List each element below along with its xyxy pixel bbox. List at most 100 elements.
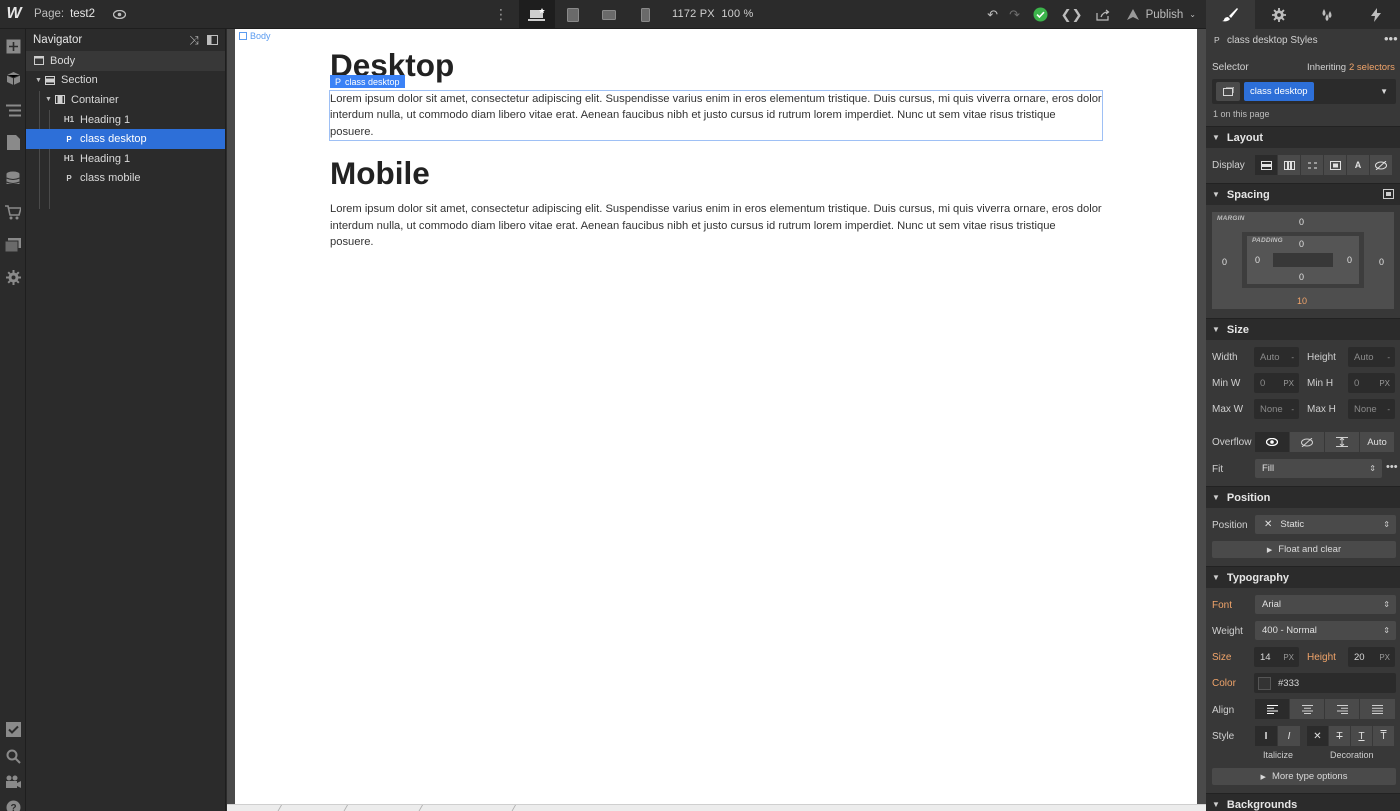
dock-panel-icon[interactable]: [205, 33, 219, 47]
position-select[interactable]: ✕ Static ⇕: [1255, 515, 1396, 534]
position-section-header[interactable]: ▼ Position: [1206, 486, 1400, 508]
padding-top-value[interactable]: 0: [1299, 239, 1304, 249]
mobile-portrait-breakpoint-icon[interactable]: [627, 0, 663, 29]
chevron-down-icon[interactable]: ▼: [1380, 87, 1388, 96]
navigator-icon[interactable]: [3, 100, 23, 120]
max-width-unit[interactable]: -: [1291, 405, 1294, 414]
tree-node-container[interactable]: ▼ Container: [26, 90, 225, 110]
min-width-input[interactable]: 0 PX: [1254, 373, 1299, 393]
tree-node-body[interactable]: Body: [26, 51, 225, 71]
width-unit[interactable]: -: [1291, 353, 1294, 362]
paragraph-class-desktop[interactable]: Lorem ipsum dolor sit amet, consectetur …: [329, 89, 1103, 142]
desktop-breakpoint-icon[interactable]: [519, 0, 555, 29]
layout-section-header[interactable]: ▼ Layout: [1206, 126, 1400, 148]
search-icon[interactable]: [3, 746, 23, 766]
pages-icon[interactable]: [3, 132, 23, 152]
height-unit[interactable]: -: [1387, 353, 1390, 362]
interactions-bolt-icon[interactable]: [1352, 0, 1400, 29]
style-brush-tab-icon[interactable]: [1206, 0, 1255, 29]
body-element-tag[interactable]: Body: [239, 31, 271, 41]
padding-bottom-value[interactable]: 0: [1299, 272, 1304, 282]
italic-on-icon[interactable]: I: [1278, 726, 1301, 746]
margin-top-value[interactable]: 0: [1299, 217, 1304, 227]
settings-gear-tab-icon[interactable]: [1255, 0, 1304, 29]
underline-icon[interactable]: T: [1351, 726, 1373, 746]
selector-chip[interactable]: class desktop: [1244, 82, 1314, 101]
tree-node-paragraph-selected[interactable]: P class desktop: [26, 129, 225, 149]
tree-node-section[interactable]: ▼ Section: [26, 71, 225, 91]
status-check-icon[interactable]: [1026, 0, 1056, 29]
align-left-icon[interactable]: [1255, 699, 1290, 719]
page-selector[interactable]: test2: [70, 8, 95, 20]
font-size-unit[interactable]: PX: [1283, 653, 1294, 662]
collapse-all-icon[interactable]: ⤨: [187, 33, 201, 47]
breadcrumb-bar[interactable]: [227, 804, 1206, 811]
width-input[interactable]: Auto -: [1254, 347, 1299, 367]
undo-icon[interactable]: ↶: [982, 0, 1004, 29]
weight-select[interactable]: 400 - Normal ⇕: [1255, 621, 1396, 640]
min-width-unit[interactable]: PX: [1283, 379, 1294, 388]
min-height-input[interactable]: 0 PX: [1348, 373, 1395, 393]
color-input[interactable]: #333: [1254, 673, 1396, 693]
share-icon[interactable]: [1088, 0, 1118, 29]
display-flex-icon[interactable]: [1278, 155, 1301, 175]
tree-node-heading[interactable]: H1 Heading 1: [26, 149, 225, 169]
inheriting-selectors-link[interactable]: 2 selectors: [1349, 62, 1395, 73]
heading-desktop[interactable]: Desktop: [330, 46, 1102, 84]
margin-bottom-value[interactable]: 10: [1297, 296, 1307, 306]
help-icon[interactable]: ?: [3, 797, 23, 811]
selected-element-tag[interactable]: P class desktop: [330, 75, 405, 88]
ecommerce-cart-icon[interactable]: [3, 202, 23, 222]
caret-down-icon[interactable]: ▼: [45, 96, 53, 103]
strikethrough-icon[interactable]: T: [1329, 726, 1351, 746]
max-width-input[interactable]: None -: [1254, 399, 1299, 419]
tablet-breakpoint-icon[interactable]: [555, 0, 591, 29]
float-and-clear-toggle[interactable]: ▶ Float and clear: [1212, 541, 1396, 558]
padding-left-value[interactable]: 0: [1255, 255, 1260, 265]
more-options-icon[interactable]: •••: [1386, 461, 1398, 473]
overflow-hidden-icon[interactable]: [1290, 432, 1325, 452]
more-options-icon[interactable]: ⋮: [494, 6, 508, 23]
more-type-options-toggle[interactable]: ▶ More type options: [1212, 768, 1396, 785]
color-swatch[interactable]: [1258, 676, 1271, 690]
symbols-cube-icon[interactable]: [3, 68, 23, 88]
display-grid-icon[interactable]: [1301, 155, 1324, 175]
settings-gear-icon[interactable]: [3, 267, 23, 287]
max-height-input[interactable]: None -: [1348, 399, 1395, 419]
font-size-input[interactable]: 14 PX: [1254, 647, 1299, 667]
line-height-input[interactable]: 20 PX: [1348, 647, 1395, 667]
align-right-icon[interactable]: [1325, 699, 1360, 719]
font-select[interactable]: Arial ⇕: [1255, 595, 1396, 614]
cms-database-icon[interactable]: [3, 168, 23, 188]
code-export-icon[interactable]: ❮❯: [1056, 0, 1088, 29]
preview-eye-icon[interactable]: [112, 7, 126, 21]
selector-input[interactable]: class desktop ▼: [1212, 79, 1396, 104]
more-options-icon[interactable]: •••: [1384, 31, 1398, 46]
decoration-none-icon[interactable]: ✕: [1307, 726, 1329, 746]
overflow-scroll-icon[interactable]: [1325, 432, 1360, 452]
size-section-header[interactable]: ▼ Size: [1206, 318, 1400, 340]
webflow-logo[interactable]: W: [0, 0, 28, 29]
overline-icon[interactable]: T: [1373, 726, 1395, 746]
redo-icon[interactable]: ↷: [1004, 0, 1026, 29]
overflow-visible-eye-icon[interactable]: [1255, 432, 1290, 452]
heading-mobile[interactable]: Mobile: [330, 154, 1102, 192]
fit-select[interactable]: Fill ⇕: [1255, 459, 1382, 478]
display-inline-icon[interactable]: A: [1347, 155, 1370, 175]
spacing-section-header[interactable]: ▼ Spacing: [1206, 183, 1400, 205]
margin-right-value[interactable]: 0: [1379, 257, 1384, 267]
tree-node-paragraph[interactable]: P class mobile: [26, 169, 225, 189]
padding-right-value[interactable]: 0: [1347, 255, 1352, 265]
min-height-unit[interactable]: PX: [1379, 379, 1390, 388]
margin-left-value[interactable]: 0: [1222, 257, 1227, 267]
spacing-link-icon[interactable]: [1383, 189, 1394, 202]
display-inline-block-icon[interactable]: [1324, 155, 1347, 175]
tree-node-heading[interactable]: H1 Heading 1: [26, 110, 225, 130]
selector-picker-icon[interactable]: [1216, 82, 1240, 101]
overflow-auto-button[interactable]: Auto: [1360, 432, 1395, 452]
page-canvas[interactable]: Body Desktop Lorem ipsum dolor sit amet,…: [235, 29, 1197, 804]
max-height-unit[interactable]: -: [1387, 405, 1390, 414]
backgrounds-section-header[interactable]: ▼ Backgrounds: [1206, 793, 1400, 811]
video-tutorials-icon[interactable]: [3, 772, 23, 792]
tasks-checkbox-icon[interactable]: [3, 719, 23, 739]
